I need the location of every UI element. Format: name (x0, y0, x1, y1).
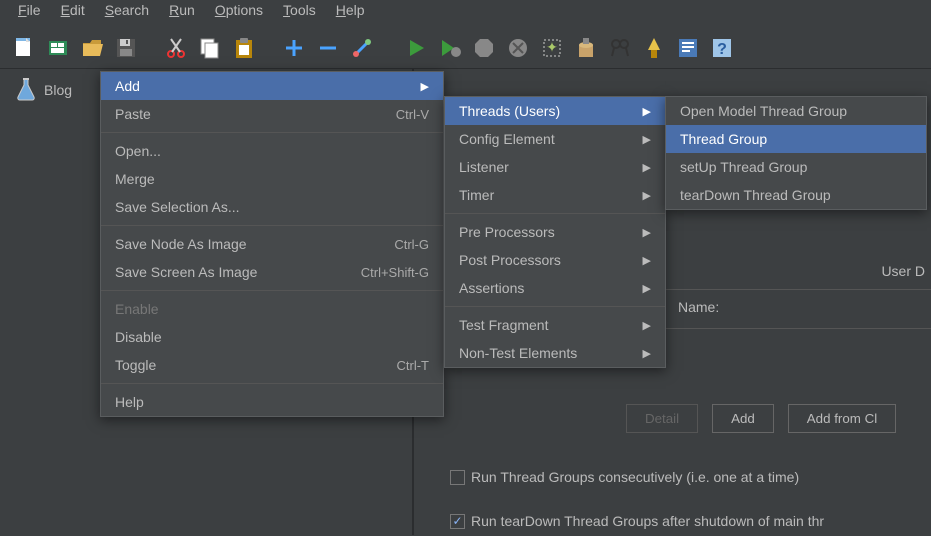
ctx-help[interactable]: Help (101, 388, 443, 416)
sub-config-element[interactable]: Config Element▶ (445, 125, 665, 153)
item-setup-thread-group[interactable]: setUp Thread Group (666, 153, 926, 181)
expand-icon[interactable] (280, 34, 308, 62)
tree-item-label: Blog (44, 82, 72, 98)
ctx-add[interactable]: Add▶ (101, 72, 443, 100)
chevron-right-icon: ▶ (643, 282, 651, 295)
shutdown-icon[interactable] (504, 34, 532, 62)
flask-icon (16, 77, 36, 103)
ctx-save-selection[interactable]: Save Selection As... (101, 193, 443, 221)
checkbox-run-teardown[interactable] (450, 514, 465, 529)
context-menu: Add▶ PasteCtrl-V Open... Merge Save Sele… (100, 71, 444, 417)
chevron-right-icon: ▶ (643, 254, 651, 267)
ctx-enable: Enable (101, 295, 443, 323)
chevron-right-icon: ▶ (643, 189, 651, 202)
sub-post-processors[interactable]: Post Processors▶ (445, 246, 665, 274)
submenu-threads: Open Model Thread Group Thread Group set… (665, 96, 927, 210)
svg-text:✦: ✦ (546, 39, 558, 55)
clear-all-icon[interactable] (572, 34, 600, 62)
copy-icon[interactable] (196, 34, 224, 62)
sub-non-test-elements[interactable]: Non-Test Elements▶ (445, 339, 665, 367)
test-plan-tree[interactable]: Blog Add▶ PasteCtrl-V Open... Merge Save… (0, 69, 414, 535)
reset-search-icon[interactable] (640, 34, 668, 62)
checkbox-run-consecutively[interactable] (450, 470, 465, 485)
chevron-right-icon: ▶ (643, 347, 651, 360)
menu-run[interactable]: Run (159, 0, 205, 24)
save-icon[interactable] (112, 34, 140, 62)
item-teardown-thread-group[interactable]: tearDown Thread Group (666, 181, 926, 209)
run-no-timers-icon[interactable] (436, 34, 464, 62)
ctx-open[interactable]: Open... (101, 137, 443, 165)
open-icon[interactable] (78, 34, 106, 62)
ctx-paste[interactable]: PasteCtrl-V (101, 100, 443, 128)
cut-icon[interactable] (162, 34, 190, 62)
checkbox-label: Run Thread Groups consecutively (i.e. on… (471, 469, 799, 485)
ctx-save-node-image[interactable]: Save Node As ImageCtrl-G (101, 230, 443, 258)
menu-help[interactable]: Help (326, 0, 375, 24)
run-icon[interactable] (402, 34, 430, 62)
menu-search[interactable]: Search (95, 0, 159, 24)
item-open-model-thread-group[interactable]: Open Model Thread Group (666, 97, 926, 125)
detail-button: Detail (626, 404, 698, 433)
menubar: File Edit Search Run Options Tools Help (0, 0, 931, 24)
chevron-right-icon: ▶ (643, 133, 651, 146)
ctx-merge[interactable]: Merge (101, 165, 443, 193)
search-icon[interactable] (606, 34, 634, 62)
function-helper-icon[interactable] (674, 34, 702, 62)
heading-user-defined: User D (881, 263, 925, 279)
sub-pre-processors[interactable]: Pre Processors▶ (445, 218, 665, 246)
menu-edit[interactable]: Edit (51, 0, 95, 24)
clear-icon[interactable]: ✦ (538, 34, 566, 62)
toggle-icon[interactable] (348, 34, 376, 62)
templates-icon[interactable] (44, 34, 72, 62)
submenu-add: Threads (Users)▶ Config Element▶ Listene… (444, 96, 666, 368)
add-button[interactable]: Add (712, 404, 774, 433)
add-from-clipboard-button[interactable]: Add from Cl (788, 404, 896, 433)
item-thread-group[interactable]: Thread Group (666, 125, 926, 153)
checkbox-label: Run tearDown Thread Groups after shutdow… (471, 513, 824, 529)
sub-timer[interactable]: Timer▶ (445, 181, 665, 209)
svg-text:?: ? (717, 41, 727, 58)
name-label: Name: (678, 299, 719, 315)
chevron-right-icon: ▶ (643, 226, 651, 239)
menu-file[interactable]: File (8, 0, 51, 24)
stop-icon[interactable] (470, 34, 498, 62)
chevron-right-icon: ▶ (643, 105, 651, 118)
menu-options[interactable]: Options (205, 0, 273, 24)
chevron-right-icon: ▶ (643, 161, 651, 174)
menu-tools[interactable]: Tools (273, 0, 326, 24)
help-icon[interactable]: ? (708, 34, 736, 62)
sub-threads[interactable]: Threads (Users)▶ (445, 97, 665, 125)
ctx-toggle[interactable]: ToggleCtrl-T (101, 351, 443, 379)
sub-test-fragment[interactable]: Test Fragment▶ (445, 311, 665, 339)
ctx-disable[interactable]: Disable (101, 323, 443, 351)
chevron-right-icon: ▶ (643, 319, 651, 332)
paste-icon[interactable] (230, 34, 258, 62)
sub-listener[interactable]: Listener▶ (445, 153, 665, 181)
collapse-icon[interactable] (314, 34, 342, 62)
toolbar: ✦ ? (0, 24, 931, 69)
new-icon[interactable] (10, 34, 38, 62)
sub-assertions[interactable]: Assertions▶ (445, 274, 665, 302)
ctx-save-screen-image[interactable]: Save Screen As ImageCtrl+Shift-G (101, 258, 443, 286)
chevron-right-icon: ▶ (421, 80, 429, 93)
